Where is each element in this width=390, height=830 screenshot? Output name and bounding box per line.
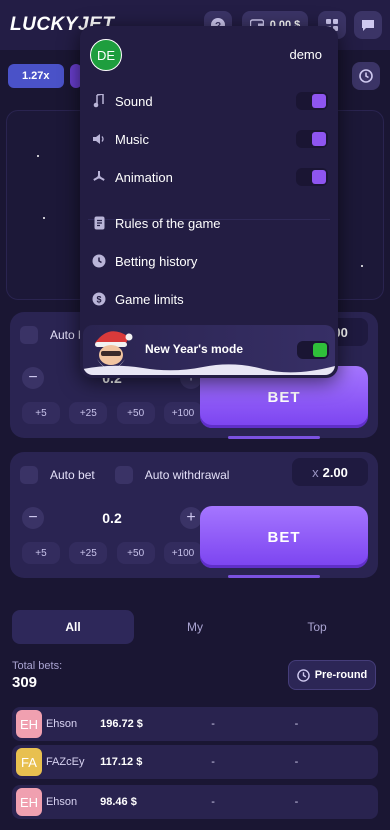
clock-icon: [90, 254, 108, 268]
table-row: EH Ehson 196.72 $ - -: [12, 707, 378, 741]
new-year-mode-label: New Year's mode: [145, 342, 244, 356]
table-row: EH Ehson 98.46 $ - -: [12, 785, 378, 819]
bet-button[interactable]: BET: [200, 506, 368, 568]
santa-icon: [95, 331, 133, 369]
win-value: -: [294, 796, 299, 808]
auto-bet-checkbox[interactable]: [20, 466, 38, 484]
svg-text:$: $: [96, 295, 101, 305]
username: demo: [289, 47, 322, 62]
coefficient-value: -: [211, 718, 215, 730]
quick-amount-button[interactable]: +100: [163, 542, 202, 564]
avatar: FA: [16, 748, 42, 776]
new-year-mode-banner[interactable]: New Year's mode: [83, 325, 335, 375]
speaker-icon: [90, 133, 108, 145]
player-name: FAZcEy: [45, 756, 85, 768]
quick-amount-button[interactable]: +5: [22, 402, 60, 424]
bet-panel-indicator: [228, 436, 320, 439]
bet-panel-2: Auto bet Auto withdrawal x 2.00 − 0.2 + +…: [10, 452, 378, 578]
total-bets-label: Total bets:: [12, 660, 63, 672]
sound-toggle[interactable]: [296, 92, 328, 110]
bet-amount-value: 98.46 $: [100, 796, 137, 808]
quick-amount-button[interactable]: +25: [69, 542, 108, 564]
increase-button[interactable]: +: [180, 507, 202, 529]
menu-item-label: Rules of the game: [115, 215, 221, 231]
chat-icon: [362, 20, 374, 31]
quick-amounts: +5 +25 +50 +100: [22, 542, 202, 564]
auto-withdrawal-label: Auto withdrawal: [144, 468, 230, 482]
coefficient-value: -: [211, 756, 215, 768]
menu-item-game-limits[interactable]: $ Game limits: [80, 281, 338, 317]
quick-amount-button[interactable]: +50: [116, 542, 155, 564]
auto-bet-checkbox[interactable]: [20, 326, 38, 344]
multiplier-chip[interactable]: 1.27x: [8, 64, 64, 88]
bet-amount-value: 196.72 $: [100, 718, 143, 730]
quick-amount-button[interactable]: +5: [22, 542, 60, 564]
player-name: Ehson: [45, 718, 78, 730]
tab-top[interactable]: Top: [256, 610, 378, 644]
coefficient-value: -: [211, 796, 215, 808]
quick-amount-button[interactable]: +100: [163, 402, 202, 424]
menu-item-sound[interactable]: Sound: [80, 83, 338, 119]
menu-item-betting-history[interactable]: Betting history: [80, 243, 338, 279]
fan-icon: [90, 170, 108, 184]
amount-stepper: − 0.2 +: [22, 504, 202, 532]
bet-amount[interactable]: 0.2: [102, 510, 121, 526]
history-button[interactable]: [352, 62, 380, 90]
menu-item-label: Music: [115, 131, 149, 147]
auto-bet-label: Auto bet: [50, 468, 95, 482]
menu-item-label: Animation: [115, 169, 173, 185]
avatar: DE: [90, 39, 122, 71]
total-bets-value: 309: [12, 674, 38, 691]
tab-my[interactable]: My: [134, 610, 256, 644]
multiplier-history: 1.27x: [8, 64, 82, 88]
table-row: FA FAZcEy 117.12 $ - -: [12, 745, 378, 779]
document-icon: [90, 216, 108, 230]
bet-panel-indicator: [228, 575, 320, 578]
menu-item-label: Betting history: [115, 253, 198, 269]
menu-item-animation[interactable]: Animation: [80, 159, 338, 195]
menu-item-rules[interactable]: Rules of the game: [80, 205, 338, 241]
star: [361, 265, 363, 267]
auto-withdrawal-multiplier[interactable]: x2.00: [292, 458, 368, 486]
tab-all[interactable]: All: [12, 610, 134, 644]
star: [43, 217, 45, 219]
dollar-coin-icon: $: [90, 292, 108, 306]
chat-button[interactable]: [354, 11, 382, 39]
auto-withdrawal-checkbox[interactable]: [114, 466, 133, 484]
decrease-button[interactable]: −: [22, 367, 44, 389]
avatar: EH: [16, 788, 42, 816]
win-value: -: [294, 718, 299, 730]
music-note-icon: [90, 94, 108, 108]
new-year-mode-toggle[interactable]: [297, 341, 329, 359]
player-name: Ehson: [45, 796, 78, 808]
avatar: EH: [16, 710, 42, 738]
quick-amount-button[interactable]: +50: [116, 402, 155, 424]
animation-toggle[interactable]: [296, 168, 328, 186]
bet-amount-value: 117.12 $: [100, 756, 143, 768]
menu-item-label: Game limits: [115, 291, 184, 307]
menu-item-music[interactable]: Music: [80, 121, 338, 157]
decrease-button[interactable]: −: [22, 507, 44, 529]
pre-round-button[interactable]: Pre-round: [288, 660, 376, 690]
bets-tabs: All My Top: [12, 610, 378, 644]
win-value: -: [294, 756, 299, 768]
star: [37, 155, 39, 157]
quick-amount-button[interactable]: +25: [69, 402, 108, 424]
quick-amounts: +5 +25 +50 +100: [22, 402, 202, 424]
clock-icon: [296, 668, 310, 682]
clock-icon: [359, 69, 373, 83]
menu-item-label: Sound: [115, 93, 153, 109]
music-toggle[interactable]: [296, 130, 328, 148]
user-menu: DE demo Sound Music Animation Rules of t…: [80, 26, 338, 378]
